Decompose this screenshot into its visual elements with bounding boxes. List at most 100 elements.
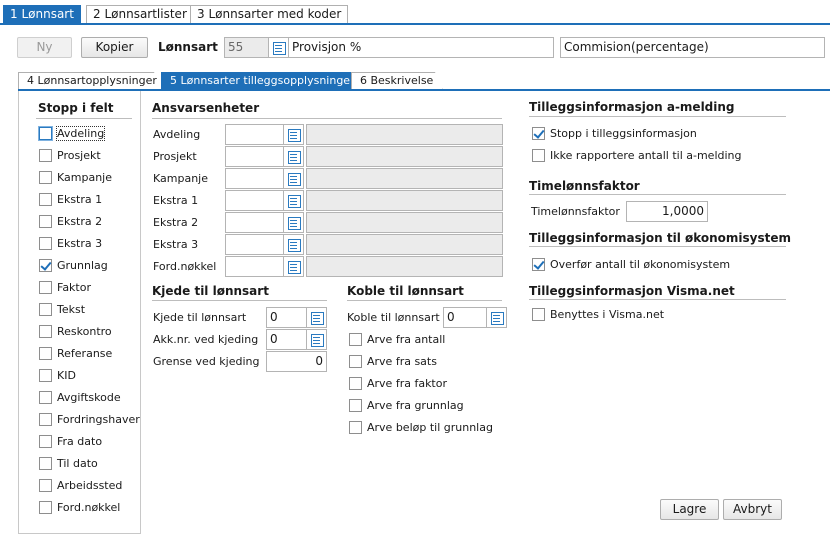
koble-checkbox[interactable] — [349, 421, 362, 434]
stopp-checkbox-label: Ekstra 1 — [57, 193, 103, 206]
stopp-checkbox-label: Fordringshaver — [57, 413, 140, 426]
tab-label: 1 Lønnsart — [10, 7, 74, 21]
ansvar-row-label: Ford.nøkkel — [153, 260, 217, 273]
a-melding-checkbox-label: Stopp i tilleggsinformasjon — [550, 127, 697, 140]
koble-checkbox[interactable] — [349, 377, 362, 390]
stopp-checkbox-label: Ford.nøkkel — [57, 501, 121, 514]
tab-lonnsartlister[interactable]: 2 Lønnsartlister — [86, 5, 194, 24]
timelonn-label: Timelønnsfaktor — [531, 205, 620, 218]
akk-label: Akk.nr. ved kjeding — [153, 333, 259, 346]
stopp-checkbox[interactable] — [39, 391, 52, 404]
ansvar-lookup-icon[interactable] — [283, 146, 304, 167]
lonnsart-name-en-field[interactable]: Commision(percentage) — [560, 37, 825, 58]
ansvar-row-label: Avdeling — [153, 128, 201, 141]
ansvar-row-description — [306, 256, 503, 277]
tab-label: 4 Lønnsartopplysninger — [27, 74, 157, 87]
a-melding-checkbox[interactable] — [532, 127, 545, 140]
ansvar-row-field[interactable] — [225, 124, 285, 145]
ansvar-row-label: Ekstra 3 — [153, 238, 199, 251]
stopp-checkbox-label: Kampanje — [57, 171, 112, 184]
a-melding-checkbox-label: Ikke rapportere antall til a-melding — [550, 149, 742, 162]
stopp-checkbox[interactable] — [39, 325, 52, 338]
section-divider — [36, 118, 132, 119]
ansvar-row-description — [306, 234, 503, 255]
stopp-checkbox[interactable] — [39, 413, 52, 426]
lonnsart-name-no-field[interactable]: Provisjon % — [288, 37, 554, 58]
stopp-checkbox[interactable] — [39, 127, 52, 140]
koble-checkbox[interactable] — [349, 333, 362, 346]
stopp-checkbox-label: Faktor — [57, 281, 91, 294]
koble-checkbox[interactable] — [349, 355, 362, 368]
koble-lookup-icon[interactable] — [486, 307, 507, 328]
ansvar-row-field[interactable] — [225, 190, 285, 211]
stopp-checkbox-label: Referanse — [57, 347, 113, 360]
stopp-checkbox-label: Til dato — [57, 457, 98, 470]
timelonn-field[interactable]: 1,0000 — [626, 201, 708, 222]
ansvar-row-field[interactable] — [225, 212, 285, 233]
save-button[interactable]: Lagre — [660, 499, 719, 520]
koble-checkbox[interactable] — [349, 399, 362, 412]
kjede-field[interactable]: 0 — [266, 307, 307, 328]
ansvar-row-field[interactable] — [225, 168, 285, 189]
stopp-checkbox[interactable] — [39, 457, 52, 470]
stopp-i-felt-title: Stopp i felt — [38, 101, 114, 115]
section-divider — [152, 300, 327, 301]
copy-button[interactable]: Kopier — [81, 37, 148, 58]
ansvar-lookup-icon[interactable] — [283, 212, 304, 233]
stopp-checkbox[interactable] — [39, 215, 52, 228]
tab-beskrivelse[interactable]: 6 Beskrivelse — [351, 72, 443, 90]
stopp-checkbox[interactable] — [39, 259, 52, 272]
akk-field[interactable]: 0 — [266, 329, 307, 350]
tab-label: 3 Lønnsarter med koder — [197, 7, 342, 21]
stopp-checkbox[interactable] — [39, 435, 52, 448]
ansvar-row-label: Ekstra 2 — [153, 216, 199, 229]
ansvar-lookup-icon[interactable] — [283, 190, 304, 211]
stopp-checkbox[interactable] — [39, 479, 52, 492]
section-divider — [529, 246, 786, 247]
koble-checkbox-label: Arve fra grunnlag — [367, 399, 464, 412]
kjede-lookup-icon[interactable] — [306, 307, 327, 328]
ansvar-lookup-icon[interactable] — [283, 256, 304, 277]
stopp-checkbox-label: Arbeidssted — [57, 479, 123, 492]
ansvar-row-label: Kampanje — [153, 172, 208, 185]
a-melding-title: Tilleggsinformasjon a-melding — [529, 100, 735, 114]
stopp-checkbox-label: Reskontro — [57, 325, 112, 338]
tab-lonnsartopplysninger[interactable]: 4 Lønnsartopplysninger — [18, 72, 162, 90]
ansvar-row-description — [306, 212, 503, 233]
stopp-checkbox[interactable] — [39, 369, 52, 382]
tab-lonnsart[interactable]: 1 Lønnsart — [3, 5, 81, 24]
stopp-checkbox[interactable] — [39, 303, 52, 316]
stopp-checkbox[interactable] — [39, 149, 52, 162]
stopp-checkbox[interactable] — [39, 237, 52, 250]
akk-lookup-icon[interactable] — [306, 329, 327, 350]
stopp-checkbox[interactable] — [39, 347, 52, 360]
stopp-checkbox-label: Tekst — [57, 303, 86, 316]
section-divider — [347, 300, 502, 301]
ansvar-lookup-icon[interactable] — [283, 168, 304, 189]
ansvar-lookup-icon[interactable] — [283, 234, 304, 255]
stopp-checkbox[interactable] — [39, 501, 52, 514]
grense-field[interactable]: 0 — [266, 351, 327, 372]
koble-label: Koble til lønnsart — [347, 311, 440, 324]
a-melding-checkbox[interactable] — [532, 149, 545, 162]
section-divider — [529, 116, 786, 117]
new-button[interactable]: Ny — [17, 37, 72, 58]
ansvar-row-field[interactable] — [225, 256, 285, 277]
koble-field[interactable]: 0 — [443, 307, 489, 328]
lonnsart-number-field[interactable]: 55 — [224, 37, 270, 58]
stopp-checkbox-label: KID — [57, 369, 76, 382]
stopp-checkbox[interactable] — [39, 281, 52, 294]
ansvar-row-field[interactable] — [225, 146, 285, 167]
tab-lonnsarter-tilleggsopplysninger[interactable]: 5 Lønnsarter tilleggsopplysninger — [161, 72, 363, 90]
ansvar-lookup-icon[interactable] — [283, 124, 304, 145]
cancel-button[interactable]: Avbryt — [723, 499, 782, 520]
okonomi-checkbox[interactable] — [532, 258, 545, 271]
visma-checkbox[interactable] — [532, 308, 545, 321]
ansvar-row-field[interactable] — [225, 234, 285, 255]
stopp-checkbox-label: Avgiftskode — [57, 391, 121, 404]
lonnsart-lookup-icon[interactable] — [268, 37, 289, 58]
stopp-checkbox[interactable] — [39, 171, 52, 184]
stopp-checkbox[interactable] — [39, 193, 52, 206]
tab-label: 5 Lønnsarter tilleggsopplysninger — [170, 74, 355, 87]
tab-lonnsarter-med-koder[interactable]: 3 Lønnsarter med koder — [190, 5, 349, 24]
